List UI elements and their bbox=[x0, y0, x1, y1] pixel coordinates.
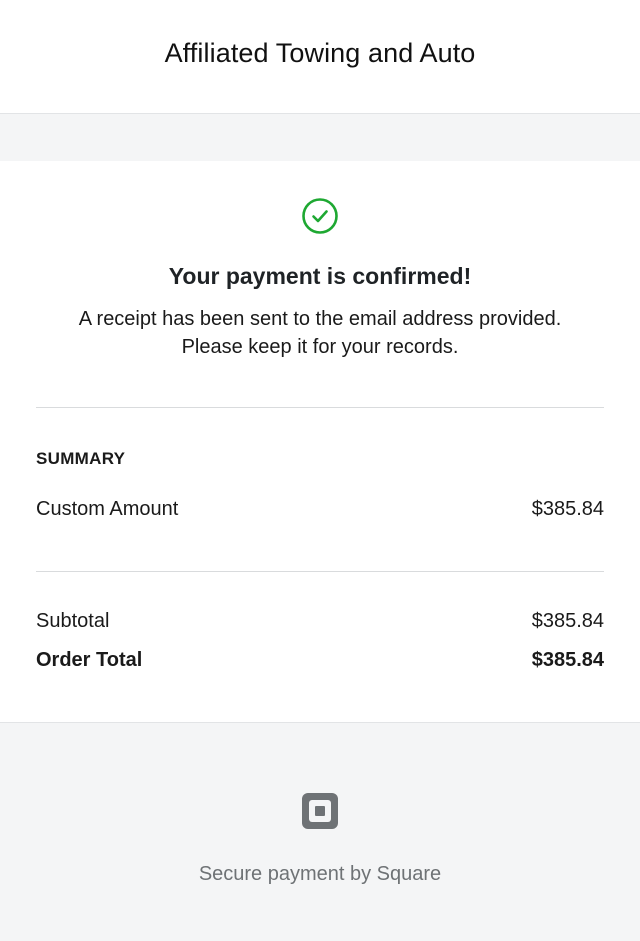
confirmation-message: A receipt has been sent to the email add… bbox=[36, 305, 604, 361]
line-item-name: Custom Amount bbox=[36, 498, 179, 520]
divider bbox=[36, 571, 604, 572]
line-item-price: $385.84 bbox=[531, 498, 604, 520]
summary-line-item: Custom Amount $385.84 bbox=[36, 498, 604, 521]
merchant-name: Affiliated Towing and Auto bbox=[164, 38, 476, 68]
confirmation-title: Your payment is confirmed! bbox=[168, 263, 472, 289]
subtotal-label: Subtotal bbox=[36, 610, 110, 632]
order-total-row: Order Total $385.84 bbox=[36, 649, 604, 672]
secure-payment-text: Secure payment by Square bbox=[198, 863, 442, 885]
footer: Secure payment by Square bbox=[0, 723, 640, 940]
confirmation-block: Your payment is confirmed! A receipt has… bbox=[36, 161, 604, 361]
check-circle-icon bbox=[301, 197, 339, 235]
square-logo-icon bbox=[302, 793, 338, 829]
confirmation-message-line-1: A receipt has been sent to the email add… bbox=[78, 308, 562, 330]
header: Affiliated Towing and Auto bbox=[0, 0, 640, 114]
payment-confirmation-page: Affiliated Towing and Auto Your payment … bbox=[0, 0, 640, 941]
confirmation-message-line-2: Please keep it for your records. bbox=[181, 336, 459, 358]
section-spacer bbox=[0, 114, 640, 161]
divider bbox=[36, 407, 604, 408]
order-total-label: Order Total bbox=[36, 649, 143, 671]
order-total-value: $385.84 bbox=[531, 649, 604, 671]
subtotal-row: Subtotal $385.84 bbox=[36, 610, 604, 633]
confirmation-card: Your payment is confirmed! A receipt has… bbox=[0, 161, 640, 723]
summary-heading: SUMMARY bbox=[36, 449, 126, 468]
subtotal-value: $385.84 bbox=[531, 610, 604, 632]
